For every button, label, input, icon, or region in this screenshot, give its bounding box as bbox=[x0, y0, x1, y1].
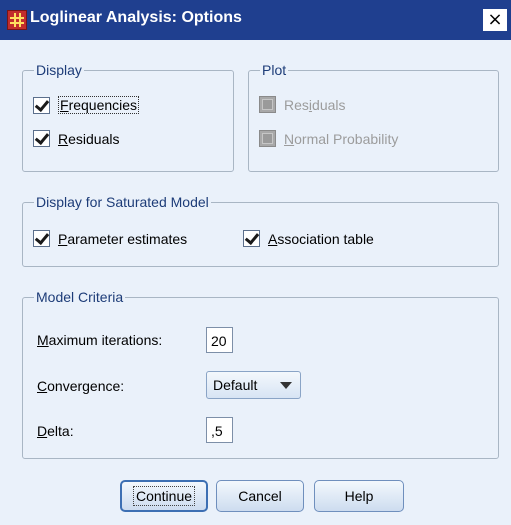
delta-input[interactable]: ,5 bbox=[206, 417, 233, 443]
continue-button[interactable]: Continue bbox=[120, 480, 208, 512]
parameter-estimates-check-icon bbox=[33, 230, 50, 247]
normal-probability-label: Normal Probability bbox=[284, 130, 399, 147]
cancel-button[interactable]: Cancel bbox=[216, 480, 304, 512]
plot-residuals-check-icon bbox=[259, 96, 276, 113]
plot-legend: Plot bbox=[260, 62, 289, 78]
frequencies-label: Frequencies bbox=[58, 96, 140, 114]
normal-probability-check-icon bbox=[259, 130, 276, 147]
continue-label: Continue bbox=[132, 486, 196, 506]
title-bar[interactable]: Loglinear Analysis: Options × bbox=[0, 0, 511, 40]
convergence-select[interactable]: Default bbox=[206, 371, 301, 399]
delta-label: Delta: bbox=[37, 423, 74, 439]
residuals-checkbox[interactable]: Residuals bbox=[33, 130, 120, 147]
saturated-model-legend: Display for Saturated Model bbox=[34, 194, 211, 210]
frequencies-checkbox[interactable]: Frequencies bbox=[33, 96, 140, 114]
close-button[interactable]: × bbox=[483, 9, 507, 31]
convergence-label: Convergence: bbox=[37, 378, 125, 394]
parameter-estimates-label: Parameter estimates bbox=[58, 230, 188, 247]
convergence-value: Default bbox=[213, 377, 258, 393]
plot-residuals-label: Residuals bbox=[284, 96, 346, 113]
display-group: Display Frequencies Residuals bbox=[22, 62, 234, 172]
options-dialog: Display Frequencies Residuals Plot Resid… bbox=[0, 40, 511, 525]
parameter-estimates-checkbox[interactable]: Parameter estimates bbox=[33, 230, 187, 247]
normal-probability-checkbox[interactable]: Normal Probability bbox=[259, 130, 398, 147]
association-table-label: Association table bbox=[268, 230, 374, 247]
plot-residuals-checkbox[interactable]: Residuals bbox=[259, 96, 346, 113]
chevron-down-icon bbox=[280, 382, 292, 389]
window-title: Loglinear Analysis: Options bbox=[30, 9, 242, 26]
display-legend: Display bbox=[34, 62, 84, 78]
plot-group: Plot Residuals Normal Probability bbox=[248, 62, 499, 172]
residuals-check-icon bbox=[33, 130, 50, 147]
model-criteria-group: Model Criteria Maximum iterations: 20 Co… bbox=[22, 289, 499, 459]
association-table-checkbox[interactable]: Association table bbox=[243, 230, 374, 247]
saturated-model-group: Display for Saturated Model Parameter es… bbox=[22, 194, 499, 267]
residuals-label: Residuals bbox=[58, 130, 120, 147]
model-criteria-legend: Model Criteria bbox=[34, 289, 126, 305]
frequencies-check-icon bbox=[33, 96, 50, 114]
maximum-iterations-label: Maximum iterations: bbox=[37, 332, 163, 348]
spss-grid-icon bbox=[7, 10, 27, 30]
association-table-check-icon bbox=[243, 230, 260, 247]
help-button[interactable]: Help bbox=[314, 480, 404, 512]
maximum-iterations-input[interactable]: 20 bbox=[206, 327, 233, 353]
